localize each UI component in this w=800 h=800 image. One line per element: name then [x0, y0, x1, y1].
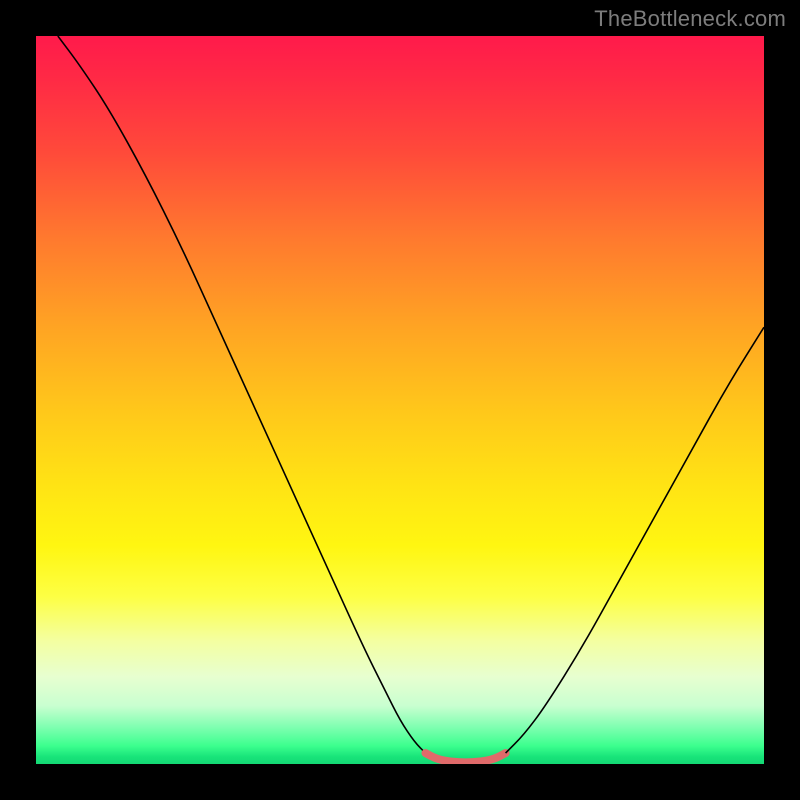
curve-right-ascent	[506, 327, 764, 753]
plot-area	[36, 36, 764, 764]
curve-overlay	[36, 36, 764, 764]
watermark-text: TheBottleneck.com	[594, 6, 786, 32]
chart-stage: TheBottleneck.com	[0, 0, 800, 800]
curve-left-descent	[58, 36, 426, 753]
curve-valley-floor	[425, 753, 505, 762]
